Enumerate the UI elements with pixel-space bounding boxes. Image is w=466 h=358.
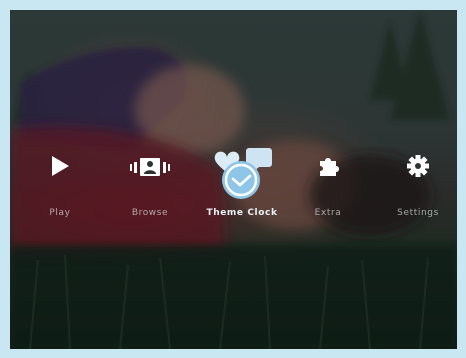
browse-icon [128, 156, 172, 182]
photo-background: Play Browse Theme Clock Extra Settings [10, 10, 457, 349]
menu-item-play[interactable]: Play [15, 148, 105, 228]
menu-item-browse[interactable]: Browse [105, 148, 195, 228]
menu-item-theme-clock[interactable]: Theme Clock [197, 148, 287, 228]
extra-icon [316, 154, 340, 182]
theme-clock-icon [207, 146, 277, 208]
menu-item-label: Settings [397, 208, 439, 218]
menu-item-extra[interactable]: Extra [283, 148, 373, 228]
menu-item-label: Browse [131, 208, 169, 218]
gear-icon [406, 154, 430, 182]
menu-item-label: Extra [314, 208, 342, 218]
menu-item-label: Theme Clock [206, 208, 278, 218]
menu-item-settings[interactable]: Settings [373, 148, 457, 228]
menu-item-label: Play [49, 208, 71, 218]
play-icon [49, 154, 71, 182]
device-frame: Play Browse Theme Clock Extra Settings [0, 0, 466, 358]
main-menu: Play Browse Theme Clock Extra Settings [10, 148, 457, 228]
